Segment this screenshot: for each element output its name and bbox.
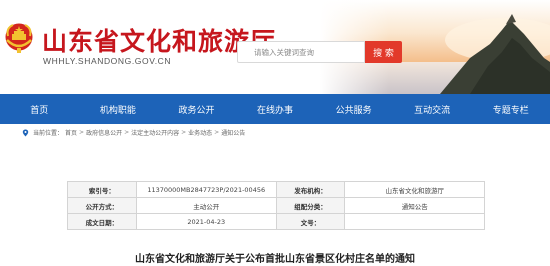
table-row: 公开方式： 主动公开 组配分类： 通知公告 bbox=[67, 197, 485, 214]
document-number-label: 文号： bbox=[275, 213, 346, 230]
disclosure-method-value: 主动公开 bbox=[135, 197, 277, 214]
breadcrumb-separator: > bbox=[79, 129, 85, 136]
nav-item-special-topics[interactable]: 专题专栏 bbox=[471, 94, 550, 124]
category-value: 通知公告 bbox=[344, 197, 485, 214]
search-button[interactable]: 搜 索 bbox=[365, 41, 402, 63]
table-row: 索引号： 11370000MB2847723P/2021-00456 发布机构：… bbox=[67, 181, 485, 198]
breadcrumb-separator: > bbox=[124, 129, 130, 136]
breadcrumb-item-notices[interactable]: 通知公告 bbox=[221, 128, 245, 137]
breadcrumb-prefix: 当前位置： bbox=[33, 130, 64, 137]
breadcrumb-item-home[interactable]: 首页 bbox=[65, 128, 77, 137]
document-info-table: 索引号： 11370000MB2847723P/2021-00456 发布机构：… bbox=[67, 181, 485, 230]
breadcrumb-separator: > bbox=[214, 129, 220, 136]
breadcrumb: 当前位置： 首页 > 政府信息公开 > 法定主动公开内容 > 业务动态 > 通知… bbox=[22, 128, 245, 137]
site-domain: WHHLY.SHANDONG.GOV.CN bbox=[43, 56, 172, 66]
breadcrumb-separator: > bbox=[181, 129, 187, 136]
nav-item-online-services[interactable]: 在线办事 bbox=[236, 94, 315, 124]
publisher-label: 发布机构： bbox=[275, 181, 346, 198]
document-number-value bbox=[344, 213, 485, 230]
publisher-value: 山东省文化和旅游厅 bbox=[344, 181, 485, 198]
nav-item-institution[interactable]: 机构职能 bbox=[79, 94, 158, 124]
breadcrumb-item-statutory[interactable]: 法定主动公开内容 bbox=[131, 128, 179, 137]
national-emblem-icon bbox=[5, 23, 33, 53]
breadcrumb-item-gov-info[interactable]: 政府信息公开 bbox=[86, 128, 122, 137]
written-date-label: 成文日期： bbox=[67, 213, 137, 230]
site-header: 山东省文化和旅游厅 WHHLY.SHANDONG.GOV.CN 搜 索 bbox=[0, 0, 550, 94]
table-row: 成文日期： 2021-04-23 文号： bbox=[67, 213, 485, 230]
document-title: 山东省文化和旅游厅关于公布首批山东省景区化村庄名单的通知 bbox=[135, 254, 415, 265]
nav-item-government-affairs[interactable]: 政务公开 bbox=[157, 94, 236, 124]
category-label: 组配分类： bbox=[275, 197, 346, 214]
search-box bbox=[237, 41, 365, 63]
index-number-value: 11370000MB2847723P/2021-00456 bbox=[135, 181, 277, 198]
breadcrumb-item-business[interactable]: 业务动态 bbox=[188, 128, 212, 137]
nav-item-public-services[interactable]: 公共服务 bbox=[314, 94, 393, 124]
nav-item-interaction[interactable]: 互动交流 bbox=[393, 94, 472, 124]
main-nav: 首页 机构职能 政务公开 在线办事 公共服务 互动交流 专题专栏 bbox=[0, 94, 550, 124]
nav-item-home[interactable]: 首页 bbox=[0, 94, 79, 124]
written-date-value: 2021-04-23 bbox=[135, 213, 277, 230]
disclosure-method-label: 公开方式： bbox=[67, 197, 137, 214]
search-input[interactable] bbox=[238, 42, 364, 62]
index-number-label: 索引号： bbox=[67, 181, 137, 198]
location-pin-icon bbox=[22, 129, 29, 136]
